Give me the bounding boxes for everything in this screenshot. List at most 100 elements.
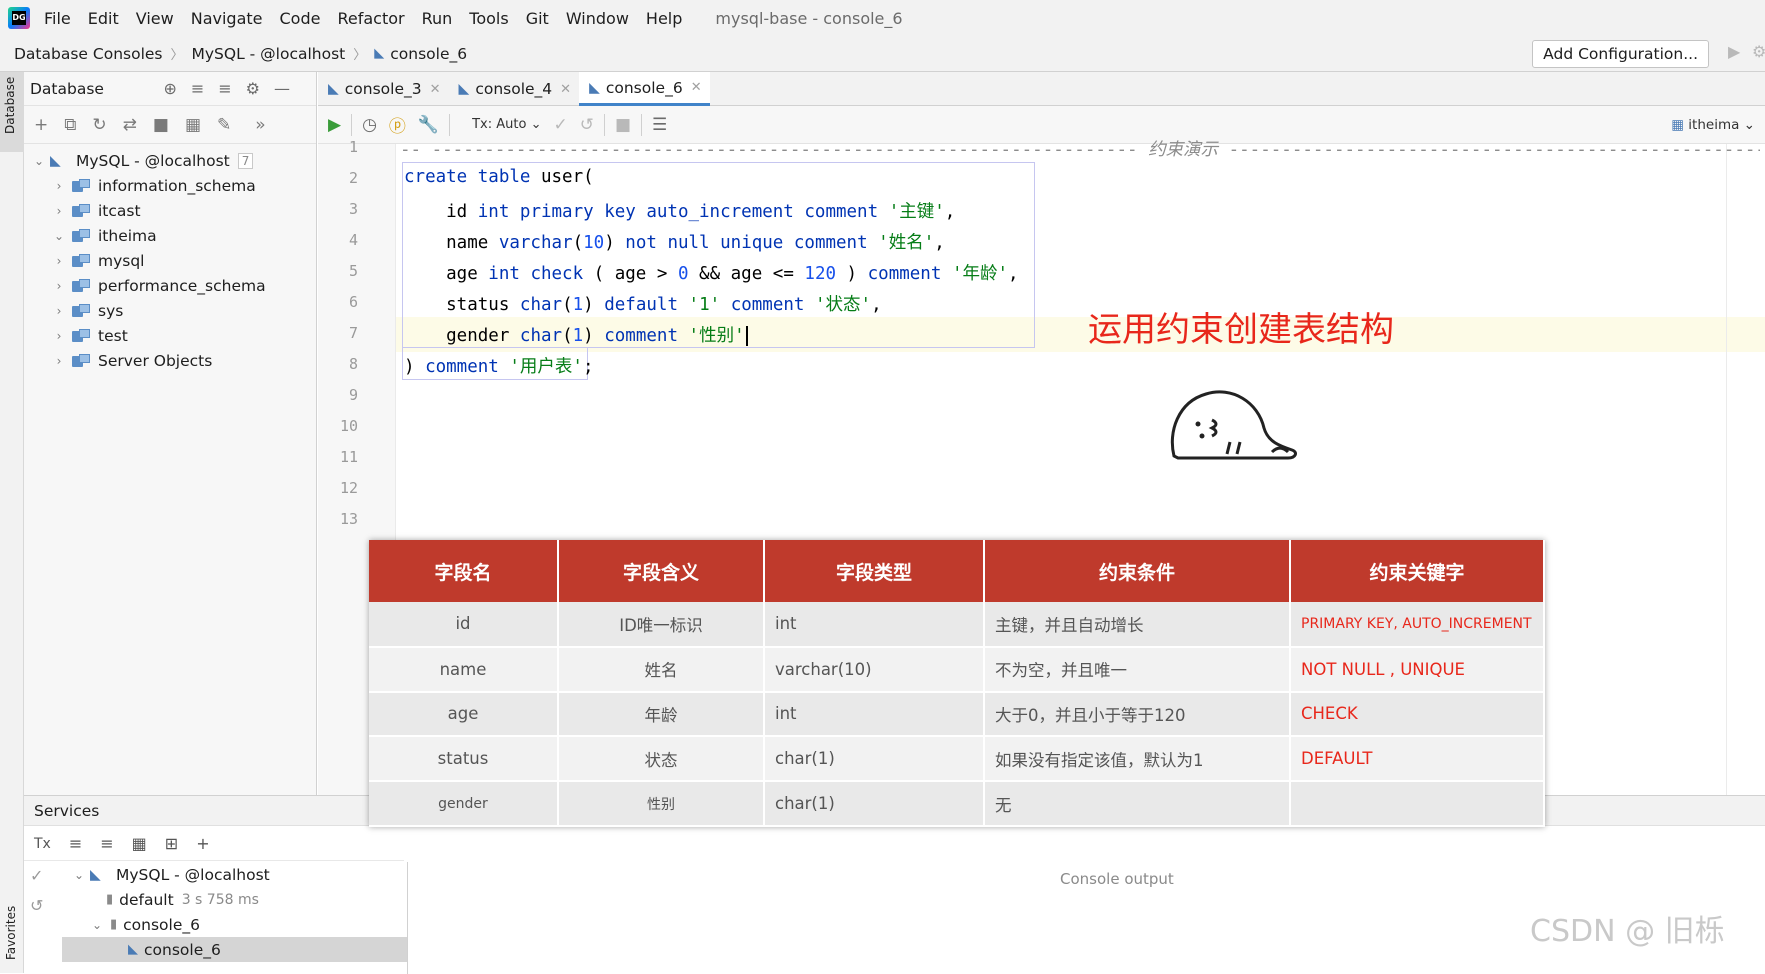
menu-refactor[interactable]: Refactor: [337, 9, 404, 28]
menu-view[interactable]: View: [136, 9, 174, 28]
new-tab-icon[interactable]: ⊞: [165, 834, 178, 853]
code-line-8: ) comment '用户表';: [404, 357, 594, 377]
table-icon[interactable]: ▦: [185, 115, 201, 135]
add-icon[interactable]: +: [34, 115, 48, 135]
transaction-mode-select[interactable]: Tx: Auto ⌄: [472, 117, 541, 132]
table-row: name 姓名 varchar(10) 不为空，并且唯一 NOT NULL , …: [369, 646, 1545, 693]
stop-icon[interactable]: ■: [615, 115, 631, 135]
tree-schema[interactable]: › information_schema: [24, 173, 316, 198]
table-row: age 年龄 int 大于0，并且小于等于120 CHECK: [369, 691, 1545, 738]
settings-wrench-icon[interactable]: 🔧: [418, 115, 439, 135]
table-cell: char(1): [764, 736, 985, 783]
parameters-icon[interactable]: ⓟ: [389, 112, 406, 137]
commit-icon[interactable]: ✓: [30, 866, 54, 896]
chevron-down-icon[interactable]: ⌄: [50, 229, 68, 243]
tree-schema[interactable]: › performance_schema: [24, 273, 316, 298]
watermark: CSDN @ 旧栎: [1530, 914, 1725, 949]
menu-edit[interactable]: Edit: [88, 9, 119, 28]
schema-icon: [72, 253, 90, 268]
menu-tools[interactable]: Tools: [469, 9, 508, 28]
menu-file[interactable]: File: [44, 9, 71, 28]
code-line-5: age int check ( age > 0 && age <= 120 ) …: [404, 264, 1019, 284]
tree-schema[interactable]: › sys: [24, 298, 316, 323]
chevron-down-icon[interactable]: ⌄: [70, 868, 88, 882]
services-tree: ⌄ ◣ MySQL - @localhost ▮ default 3 s 758…: [62, 862, 408, 974]
menu-window[interactable]: Window: [566, 9, 629, 28]
copy-icon[interactable]: ⧉: [64, 115, 76, 135]
chevron-right-icon[interactable]: ›: [50, 204, 68, 218]
chevron-right-icon[interactable]: ›: [50, 179, 68, 193]
breadcrumb-item[interactable]: Database Consoles: [14, 45, 163, 63]
service-default-session[interactable]: ▮ default 3 s 758 ms: [62, 887, 407, 912]
tree-schema[interactable]: › test: [24, 323, 316, 348]
divider: [351, 113, 353, 136]
rollback-icon[interactable]: ↺: [30, 896, 54, 926]
stop-icon[interactable]: ■: [153, 115, 169, 135]
chevron-right-icon[interactable]: ›: [50, 279, 68, 293]
line-number: 3: [348, 200, 358, 218]
overlay-title: 运用约束创建表结构: [1088, 310, 1394, 350]
menu-code[interactable]: Code: [280, 9, 321, 28]
commit-icon[interactable]: ✓: [553, 115, 567, 135]
add-icon[interactable]: +: [196, 834, 209, 853]
service-console-group[interactable]: ⌄ ▮ console_6: [62, 912, 407, 937]
line-number: 1: [348, 138, 358, 156]
close-icon[interactable]: ✕: [560, 82, 571, 97]
tree-schema[interactable]: › itcast: [24, 198, 316, 223]
group-icon[interactable]: ▦: [132, 834, 147, 853]
code-line-7: gender char(1) comment '性别': [404, 322, 748, 347]
transaction-icon[interactable]: Tx: [34, 836, 51, 852]
service-console-leaf[interactable]: ◣ console_6: [62, 937, 407, 962]
close-icon[interactable]: ✕: [691, 80, 702, 95]
run-icon[interactable]: ▶: [328, 115, 341, 135]
schema-select[interactable]: ▦ itheima ⌄: [1671, 117, 1755, 133]
rollback-icon[interactable]: ↺: [580, 115, 594, 135]
panel-header-tools[interactable]: ⊕≡≡⚙—: [163, 79, 304, 98]
close-icon[interactable]: ✕: [430, 82, 441, 97]
table-cell: 年龄: [558, 691, 765, 738]
expand-all-icon[interactable]: ≡: [69, 834, 82, 853]
mysql-connection-icon: ◣: [90, 866, 101, 883]
chevron-down-icon[interactable]: ⌄: [88, 918, 106, 932]
table-row: gender 性别 char(1) 无: [369, 781, 1545, 827]
tree-server-objects[interactable]: › Server Objects: [24, 348, 316, 373]
tree-root-mysql[interactable]: ⌄ ◣ MySQL - @localhost 7: [24, 148, 316, 173]
table-cell: NOT NULL , UNIQUE: [1290, 646, 1545, 693]
more-icon[interactable]: »: [255, 115, 265, 135]
schema-icon: [72, 203, 90, 218]
gear-icon[interactable]: ⚙: [1752, 42, 1765, 61]
tab-console-4[interactable]: ◣ console_4 ✕: [449, 72, 580, 106]
table-cell: 如果没有指定该值，默认为1: [984, 736, 1291, 783]
menu-help[interactable]: Help: [646, 9, 682, 28]
breadcrumb-item[interactable]: MySQL - @localhost: [192, 45, 346, 63]
breadcrumb-item[interactable]: console_6: [390, 45, 467, 63]
menu-git[interactable]: Git: [526, 9, 549, 28]
chevron-down-icon[interactable]: ⌄: [30, 154, 48, 168]
chevron-right-icon[interactable]: ›: [50, 304, 68, 318]
service-root[interactable]: ⌄ ◣ MySQL - @localhost: [62, 862, 407, 887]
console-icon: ◣: [458, 81, 470, 97]
schema-icon: [72, 178, 90, 193]
menu-navigate[interactable]: Navigate: [191, 9, 263, 28]
chevron-right-icon[interactable]: ›: [50, 329, 68, 343]
tree-schema[interactable]: › mysql: [24, 248, 316, 273]
database-stripe-tab[interactable]: Database: [0, 72, 24, 152]
tab-console-6[interactable]: ◣ console_6 ✕: [579, 72, 710, 106]
collapse-all-icon[interactable]: ≡: [100, 834, 113, 853]
tree-schema[interactable]: ⌄ itheima: [24, 223, 316, 248]
refresh-icon[interactable]: ↻: [92, 115, 106, 135]
add-configuration-button[interactable]: Add Configuration...: [1532, 40, 1709, 68]
edit-icon[interactable]: ✎: [217, 115, 231, 135]
database-panel: Database ⊕≡≡⚙— + ⧉ ↻ ⇄ ■ ▦ ✎ » ⌄ ◣ MySQL…: [24, 72, 317, 795]
tab-console-3[interactable]: ◣ console_3 ✕: [318, 72, 449, 106]
output-layout-icon[interactable]: ☰: [652, 115, 667, 135]
menu-run[interactable]: Run: [422, 9, 453, 28]
sync-icon[interactable]: ⇄: [123, 115, 137, 135]
chevron-right-icon[interactable]: ›: [50, 354, 68, 368]
run-icon[interactable]: ▶: [1728, 42, 1740, 61]
editor-tabs: ◣ console_3 ✕ ◣ console_4 ✕ ◣ console_6 …: [318, 72, 1765, 106]
schema-icon: [72, 228, 90, 243]
table-cell: name: [369, 646, 559, 693]
chevron-right-icon[interactable]: ›: [50, 254, 68, 268]
history-icon[interactable]: ◷: [362, 115, 377, 135]
